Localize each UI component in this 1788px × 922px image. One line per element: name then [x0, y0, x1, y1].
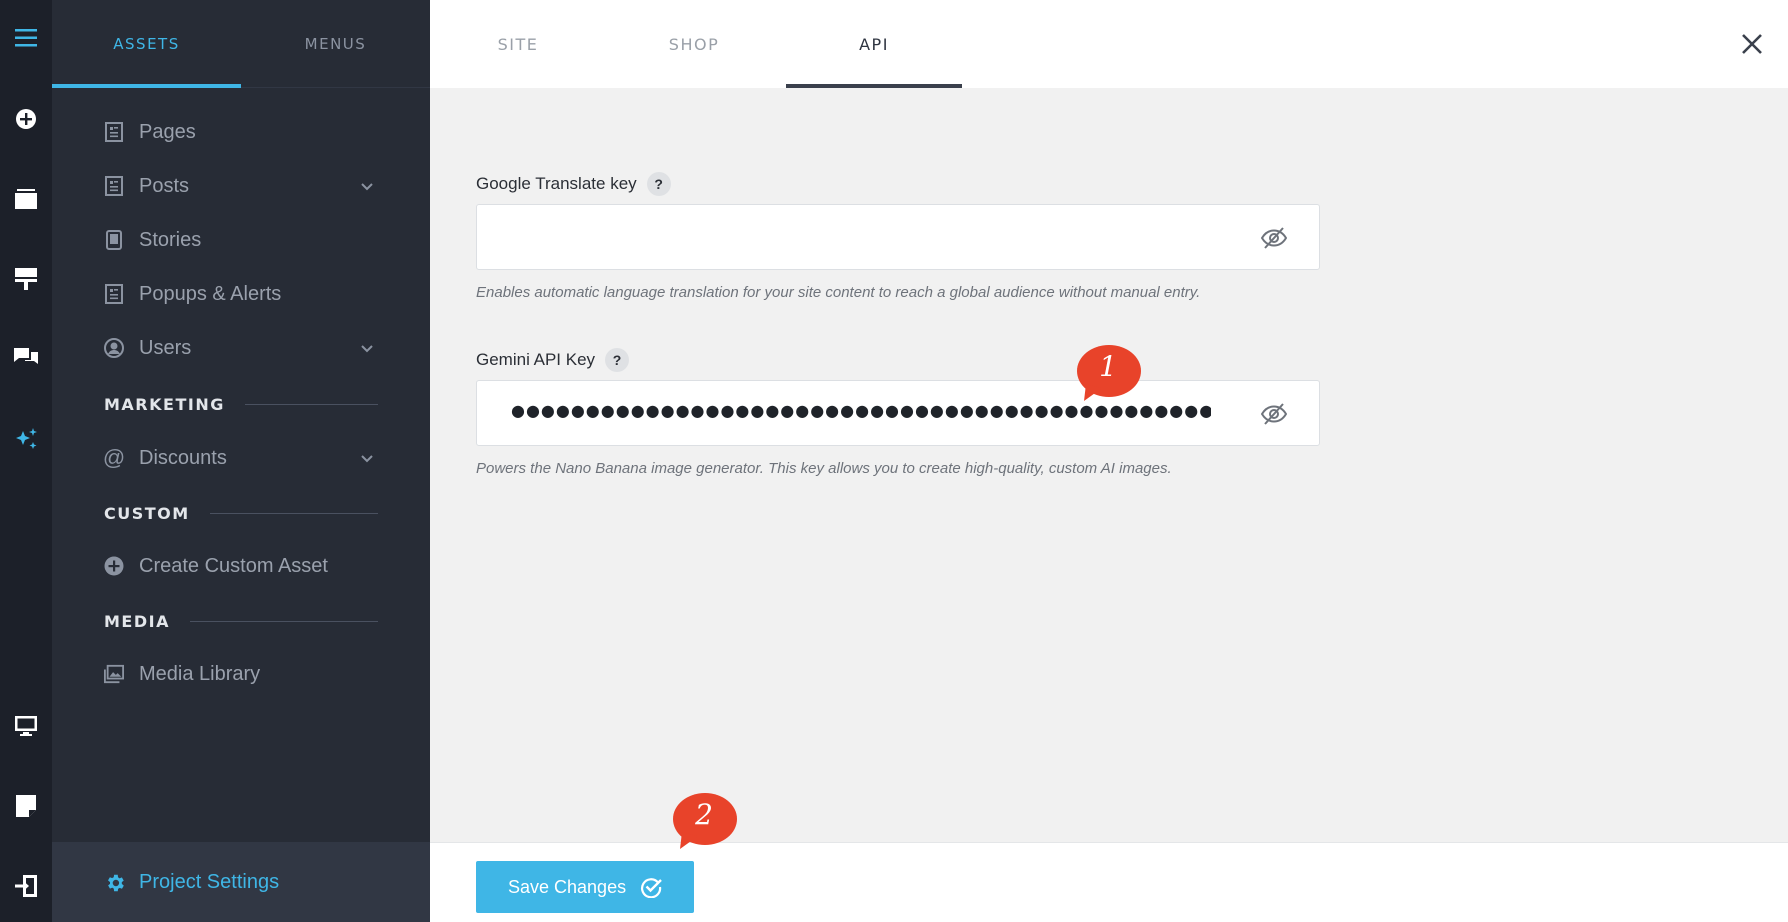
sidebar-item-label: Pages: [139, 120, 196, 143]
sidebar-item-label: Users: [139, 336, 192, 359]
at-icon: @: [102, 445, 126, 470]
section-media: MEDIA: [104, 606, 430, 636]
layers-icon[interactable]: [0, 177, 52, 221]
page-icon[interactable]: [0, 784, 52, 828]
footer-bar: Save Changes: [430, 842, 1788, 922]
sidebar-item-label: Discounts: [139, 446, 227, 469]
gemini-api-key-label: Gemini API Key ?: [476, 348, 630, 372]
sidebar-item-discounts[interactable]: @ Discounts: [52, 431, 430, 485]
sidebar-item-label: Stories: [139, 228, 202, 251]
sidebar-tabs: ASSETS MENUS: [52, 0, 430, 88]
tab-shop[interactable]: SHOP: [606, 0, 782, 88]
callout-badge: 1: [1076, 344, 1142, 404]
sidebar-item-project-settings[interactable]: Project Settings: [52, 842, 430, 922]
sidebar-item-stories[interactable]: Stories: [52, 213, 430, 267]
logout-icon[interactable]: [0, 864, 52, 908]
tab-assets[interactable]: ASSETS: [52, 0, 241, 88]
google-translate-key-label: Google Translate key ?: [476, 172, 671, 196]
section-label: CUSTOM: [104, 503, 190, 523]
divider: [244, 403, 378, 405]
icon-rail: [0, 0, 52, 922]
add-circle-icon: [104, 556, 124, 576]
sidebar-item-label: Posts: [139, 174, 190, 197]
chat-icon[interactable]: [0, 337, 52, 381]
sidebar-item-create-custom-asset[interactable]: Create Custom Asset: [52, 539, 430, 593]
menu-icon[interactable]: [0, 16, 52, 60]
images-icon: [104, 664, 124, 684]
sidebar-item-label: Media Library: [139, 662, 261, 685]
page-icon: [104, 122, 124, 142]
sidebar: ASSETS MENUS Pages Posts Stories Popups …: [52, 0, 430, 922]
help-icon[interactable]: ?: [605, 348, 630, 372]
sidebar-item-label: Project Settings: [139, 870, 280, 893]
tab-site[interactable]: SITE: [430, 0, 606, 88]
check-circle-icon: [641, 878, 662, 898]
sidebar-item-label: Popups & Alerts: [139, 282, 282, 305]
chevron-down-icon[interactable]: [360, 451, 374, 465]
callout-number: 2: [695, 798, 713, 831]
button-label: Save Changes: [508, 876, 627, 897]
help-icon[interactable]: ?: [646, 172, 671, 196]
sidebar-item-popups-alerts[interactable]: Popups & Alerts: [52, 267, 430, 321]
tab-menus[interactable]: MENUS: [241, 0, 430, 88]
header: SITE SHOP API: [430, 0, 1788, 88]
gear-icon: [108, 874, 124, 892]
mobile-icon: [104, 230, 124, 250]
api-settings-panel: Google Translate key ? Enables automatic…: [430, 88, 1788, 842]
close-icon[interactable]: [1736, 28, 1768, 60]
page-icon: [104, 284, 124, 304]
desktop-icon[interactable]: [0, 704, 52, 748]
section-marketing: MARKETING: [104, 389, 430, 419]
section-label: MARKETING: [104, 394, 225, 414]
sidebar-item-users[interactable]: Users: [52, 321, 430, 375]
divider: [189, 620, 378, 622]
callout-badge: 2: [672, 792, 738, 852]
divider: [209, 512, 378, 514]
google-translate-key-help: Enables automatic language translation f…: [476, 284, 1201, 301]
sidebar-item-label: Create Custom Asset: [139, 554, 328, 577]
sparkles-icon[interactable]: [0, 417, 52, 461]
add-circle-icon[interactable]: [0, 97, 52, 141]
google-translate-key-field[interactable]: [476, 204, 1320, 270]
sidebar-item-pages[interactable]: Pages: [52, 105, 430, 159]
eye-off-icon[interactable]: [1261, 226, 1287, 250]
page-icon: [104, 176, 124, 196]
eye-off-icon[interactable]: [1261, 402, 1287, 426]
callout-number: 1: [1099, 350, 1117, 383]
save-changes-button[interactable]: Save Changes: [476, 861, 694, 913]
section-label: MEDIA: [104, 611, 170, 631]
field-label-text: Gemini API Key: [476, 350, 596, 369]
brush-icon[interactable]: [0, 257, 52, 301]
user-circle-icon: [104, 338, 124, 358]
chevron-down-icon[interactable]: [360, 341, 374, 355]
field-label-text: Google Translate key: [476, 174, 637, 193]
section-custom: CUSTOM: [104, 498, 430, 528]
chevron-down-icon[interactable]: [360, 179, 374, 193]
gemini-api-key-field[interactable]: ●●●●●●●●●●●●●●●●●●●●●●●●●●●●●●●●●●●●●●●●…: [476, 380, 1320, 446]
tab-api[interactable]: API: [786, 0, 962, 88]
sidebar-item-posts[interactable]: Posts: [52, 159, 430, 213]
sidebar-item-media-library[interactable]: Media Library: [52, 647, 430, 701]
gemini-api-key-help: Powers the Nano Banana image generator. …: [476, 460, 1172, 477]
